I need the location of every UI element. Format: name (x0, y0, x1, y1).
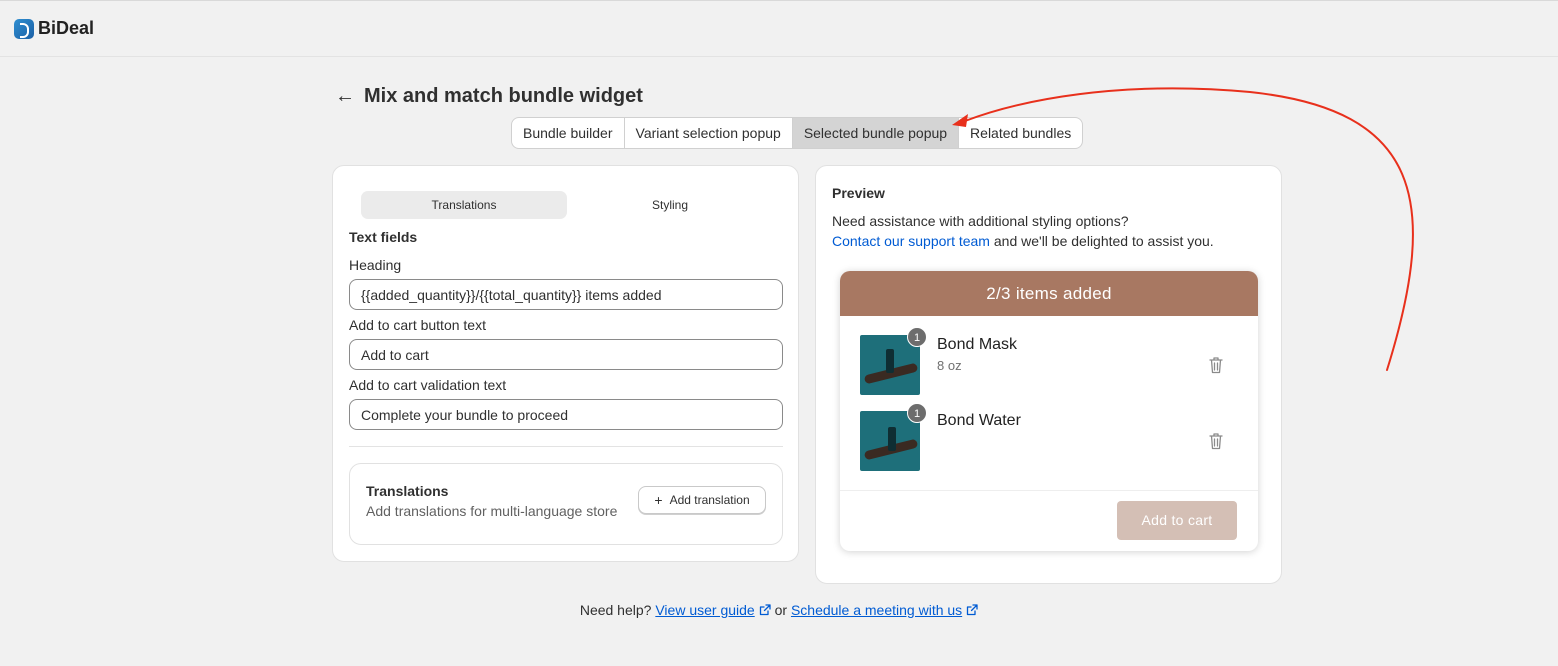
plus-icon: + (654, 492, 663, 508)
translations-title: Translations (366, 483, 449, 499)
app-name: BiDeal (38, 18, 95, 38)
settings-segmented-control: Translations Styling (361, 191, 773, 219)
section-title: Text fields (349, 229, 418, 245)
quantity-badge: 1 (907, 403, 927, 423)
external-link-icon (759, 604, 771, 616)
top-bar: BiDeal (0, 0, 1558, 57)
page-title: Mix and match bundle widget (364, 84, 643, 107)
page-header: ← Mix and match bundle widget (335, 83, 643, 109)
preview-support-text: Contact our support team and we'll be de… (832, 233, 1214, 249)
help-or: or (770, 602, 791, 618)
widget-tabs: Bundle builder Variant selection popup S… (511, 117, 1084, 149)
segment-styling[interactable]: Styling (567, 191, 773, 219)
list-item: 1 Bond Mask 8 oz (860, 327, 1240, 395)
support-team-link[interactable]: Contact our support team (832, 233, 990, 249)
external-link-icon (967, 604, 978, 616)
add-to-cart-button[interactable]: Add to cart (1117, 501, 1237, 540)
translations-subtitle: Add translations for multi-language stor… (366, 503, 618, 519)
help-footer: Need help? View user guide or Schedule a… (0, 602, 1558, 618)
tab-bundle-builder[interactable]: Bundle builder (512, 118, 625, 148)
validation-text-input[interactable] (349, 399, 783, 430)
user-guide-link[interactable]: View user guide (655, 602, 754, 618)
preview-help-text: Need assistance with additional styling … (832, 213, 1129, 229)
item-name: Bond Mask (937, 336, 1018, 353)
schedule-meeting-link[interactable]: Schedule a meeting with us (791, 602, 962, 618)
trash-icon[interactable] (1209, 356, 1223, 374)
popup-footer-divider (840, 490, 1258, 491)
translations-box: Translations Add translations for multi-… (349, 463, 783, 545)
tab-variant-selection-popup[interactable]: Variant selection popup (625, 118, 793, 148)
selected-bundle-popup: 2/3 items added 1 Bond Mask 8 oz 1 Bond … (840, 271, 1258, 551)
app-logo-icon (14, 18, 34, 39)
help-prefix: Need help? (579, 602, 652, 618)
preview-card: Preview Need assistance with additional … (815, 165, 1282, 584)
heading-label: Heading (349, 257, 402, 273)
quantity-badge: 1 (907, 327, 927, 347)
add-translation-label: Add translation (669, 493, 750, 507)
segment-translations[interactable]: Translations (361, 191, 567, 219)
back-arrow-icon[interactable]: ← (335, 86, 355, 106)
add-translation-button[interactable]: + Add translation (638, 486, 766, 514)
cart-button-text-input[interactable] (349, 339, 783, 370)
validation-text-label: Add to cart validation text (349, 377, 507, 393)
list-item: 1 Bond Water (860, 403, 1240, 471)
settings-card: Translations Styling Text fields Heading… (332, 165, 799, 562)
divider (349, 446, 783, 447)
item-variant: 8 oz (937, 358, 962, 373)
item-name: Bond Water (937, 412, 1021, 429)
heading-input[interactable] (349, 279, 783, 310)
support-text-rest: and we'll be delighted to assist you. (989, 233, 1214, 249)
trash-icon[interactable] (1209, 432, 1223, 450)
popup-heading: 2/3 items added (840, 271, 1258, 316)
preview-title: Preview (832, 185, 885, 201)
tab-related-bundles[interactable]: Related bundles (959, 118, 1082, 148)
cart-button-text-label: Add to cart button text (349, 317, 486, 333)
tab-selected-bundle-popup[interactable]: Selected bundle popup (792, 118, 960, 148)
